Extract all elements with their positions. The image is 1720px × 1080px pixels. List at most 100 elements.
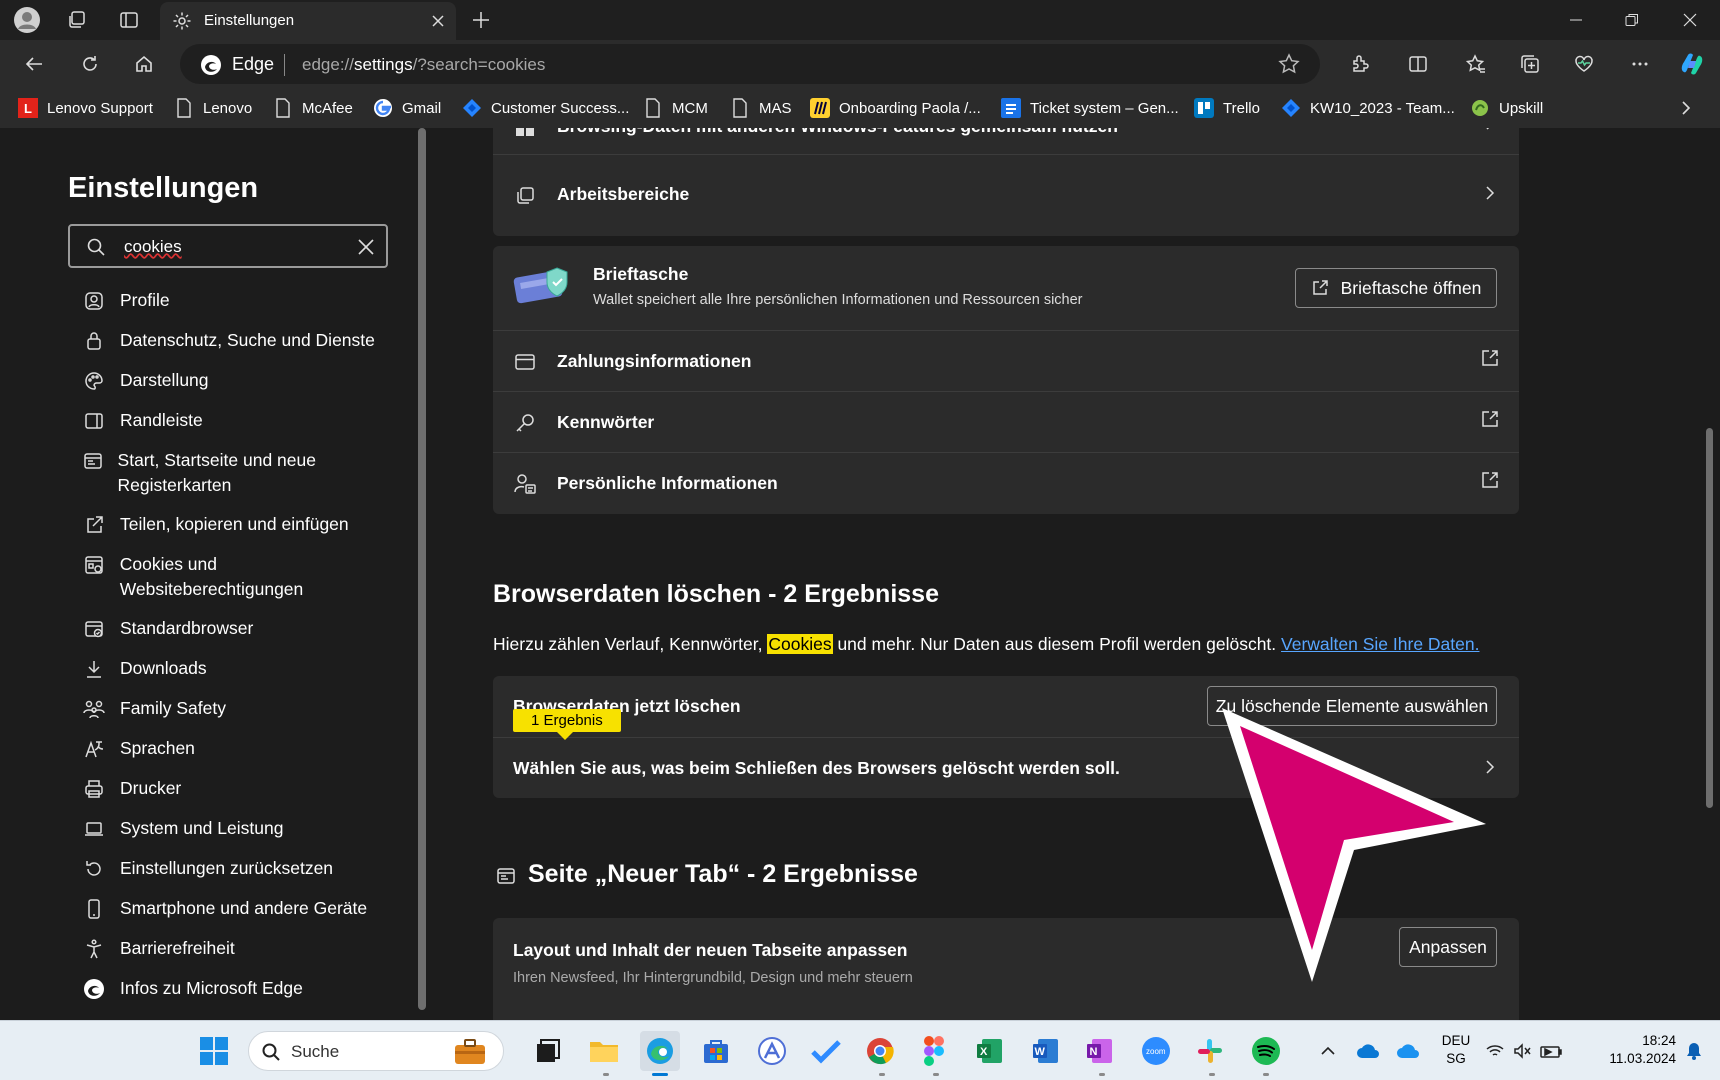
favorite-star-icon[interactable] <box>1278 53 1300 75</box>
home-button[interactable] <box>126 48 162 80</box>
svg-text:N: N <box>1090 1046 1098 1058</box>
sidebar-item-appearance[interactable]: Darstellung <box>82 368 402 393</box>
onedrive-icon[interactable] <box>1348 1031 1388 1071</box>
bookmark-mcm[interactable]: MCM <box>643 97 708 119</box>
store-icon[interactable] <box>696 1031 736 1071</box>
clear-search-icon[interactable] <box>356 237 376 257</box>
laptop-icon <box>82 817 106 841</box>
row-workspaces[interactable]: Arbeitsbereiche <box>493 154 1519 236</box>
sidebar-item-printers[interactable]: Drucker <box>82 776 402 801</box>
address-bar[interactable]: Edge edge://settings/?search=cookies <box>180 44 1320 84</box>
running-indicator <box>603 1073 609 1076</box>
sidebar-item-cookies-permissions[interactable]: Cookies und Websiteberechtigungen <box>82 552 402 602</box>
bookmark-lenovo-support[interactable]: L Lenovo Support <box>18 97 153 119</box>
row-passwords[interactable]: Kennwörter <box>493 391 1519 452</box>
bookmark-gmail[interactable]: Gmail <box>373 97 441 119</box>
refresh-button[interactable] <box>72 48 108 80</box>
browser-essentials-icon[interactable] <box>1566 48 1602 80</box>
bookmark-upskill[interactable]: Upskill <box>1470 97 1543 119</box>
more-options-icon[interactable] <box>1622 48 1658 80</box>
sidebar-item-profile[interactable]: Profile <box>82 288 402 313</box>
back-button[interactable] <box>16 48 52 80</box>
start-windows-icon[interactable] <box>194 1031 234 1071</box>
vertical-tabs-icon[interactable] <box>114 5 144 35</box>
sidebar-item-privacy[interactable]: Datenschutz, Suche und Dienste <box>82 328 402 353</box>
close-window-button[interactable] <box>1662 0 1718 40</box>
bookmark-ticket-system[interactable]: Ticket system – Gen... <box>1001 97 1179 119</box>
close-tab-icon[interactable] <box>428 11 448 31</box>
bookmarks-overflow-chevron-icon[interactable] <box>1676 98 1696 118</box>
sidebar-item-default-browser[interactable]: Standardbrowser <box>82 616 402 641</box>
bookmark-onboarding-paola[interactable]: Onboarding Paola /... <box>810 97 981 119</box>
minimize-button[interactable] <box>1548 0 1604 40</box>
sidebar-item-downloads[interactable]: Downloads <box>82 656 402 681</box>
notification-bell-icon[interactable] <box>1676 1031 1712 1071</box>
taskbar-search-label: Suche <box>291 1042 340 1061</box>
favorites-icon[interactable] <box>1458 48 1494 80</box>
onenote-icon[interactable]: N <box>1080 1031 1120 1071</box>
sidebar-item-about-edge[interactable]: Infos zu Microsoft Edge <box>82 976 402 1001</box>
settings-search-input[interactable]: cookies <box>68 224 388 268</box>
printer-icon <box>82 777 106 801</box>
main-scrollbar[interactable] <box>1706 428 1713 808</box>
profile-icon <box>82 289 106 313</box>
sidebar-item-accessibility[interactable]: Barrierefreiheit <box>82 936 402 961</box>
sidebar-item-phone-devices[interactable]: Smartphone und andere Geräte <box>82 896 402 921</box>
row-personal-info[interactable]: Persönliche Informationen <box>493 452 1519 514</box>
page-icon <box>730 98 750 118</box>
word-icon[interactable]: W <box>1026 1031 1066 1071</box>
zoom-icon[interactable]: zoom <box>1136 1031 1176 1071</box>
bookmark-customer-success[interactable]: Customer Success... <box>462 97 629 119</box>
extensions-icon[interactable] <box>1342 48 1378 80</box>
row-share-browsing-data[interactable]: Browsing-Daten mit anderen Windows-Featu… <box>493 128 1519 154</box>
collections-icon[interactable] <box>1512 48 1548 80</box>
chrome-icon[interactable] <box>860 1031 900 1071</box>
sidebar-item-start-home-newtab[interactable]: Start, Startseite und neue Registerkarte… <box>82 448 402 498</box>
row-wallet: Brieftasche Wallet speichert alle Ihre p… <box>493 246 1519 330</box>
file-explorer-icon[interactable] <box>584 1031 624 1071</box>
sidebar-item-system-performance[interactable]: System und Leistung <box>82 816 402 841</box>
workspaces-icon[interactable] <box>62 5 92 35</box>
split-screen-icon[interactable] <box>1400 48 1436 80</box>
restore-button[interactable] <box>1604 0 1660 40</box>
copilot-icon[interactable] <box>1674 48 1710 80</box>
new-tab-button[interactable] <box>466 5 496 35</box>
sidebar-item-family-safety[interactable]: Family Safety <box>82 696 402 721</box>
svg-text:L: L <box>24 101 32 116</box>
edge-taskbar-icon[interactable] <box>640 1031 680 1071</box>
title-bar: Einstellungen <box>0 0 1720 40</box>
onedrive-icon[interactable] <box>1388 1031 1428 1071</box>
todo-icon[interactable] <box>806 1031 846 1071</box>
task-view-icon[interactable] <box>528 1031 568 1071</box>
bookmark-mcafee[interactable]: McAfee <box>273 97 353 119</box>
customize-new-tab-description: Ihren Newsfeed, Ihr Hintergrundbild, Des… <box>513 970 913 986</box>
tab-settings[interactable]: Einstellungen <box>160 2 456 40</box>
trello-icon <box>1194 98 1214 118</box>
row-payment-info[interactable]: Zahlungsinformationen <box>493 330 1519 391</box>
sidebar-item-languages[interactable]: Sprachen <box>82 736 402 761</box>
taskbar-search[interactable]: Suche <box>248 1031 504 1071</box>
show-hidden-icons-chevron-icon[interactable] <box>1308 1031 1348 1071</box>
profile-avatar-icon[interactable] <box>12 5 42 35</box>
bookmark-trello[interactable]: Trello <box>1194 97 1260 119</box>
figma-icon[interactable] <box>914 1031 954 1071</box>
excel-icon[interactable]: X <box>970 1031 1010 1071</box>
running-indicator <box>933 1073 939 1076</box>
sidebar-scrollbar[interactable] <box>418 128 426 1010</box>
bookmark-kw10[interactable]: KW10_2023 - Team... <box>1281 97 1455 119</box>
search-value[interactable]: cookies <box>124 237 182 257</box>
clock[interactable]: 18:24 11.03.2024 <box>1580 1032 1676 1068</box>
open-wallet-button[interactable]: Brieftasche öffnen <box>1295 268 1497 308</box>
spotify-icon[interactable] <box>1246 1031 1286 1071</box>
sidebar-item-share-copy-paste[interactable]: Teilen, kopieren und einfügen <box>82 512 402 537</box>
sidebar-item-reset-settings[interactable]: Einstellungen zurücksetzen <box>82 856 402 881</box>
sidebar-item-sidebar[interactable]: Randleiste <box>82 408 402 433</box>
language-icon <box>82 737 106 761</box>
manage-data-link[interactable]: Verwalten Sie Ihre Daten. <box>1281 634 1479 654</box>
app-triangle-icon[interactable] <box>752 1031 792 1071</box>
slack-icon[interactable] <box>1190 1031 1230 1071</box>
bookmark-lenovo[interactable]: Lenovo <box>174 97 252 119</box>
system-status-icons[interactable] <box>1480 1031 1570 1071</box>
input-language-indicator[interactable]: DEU SG <box>1432 1032 1480 1068</box>
bookmark-mas[interactable]: MAS <box>730 97 792 119</box>
